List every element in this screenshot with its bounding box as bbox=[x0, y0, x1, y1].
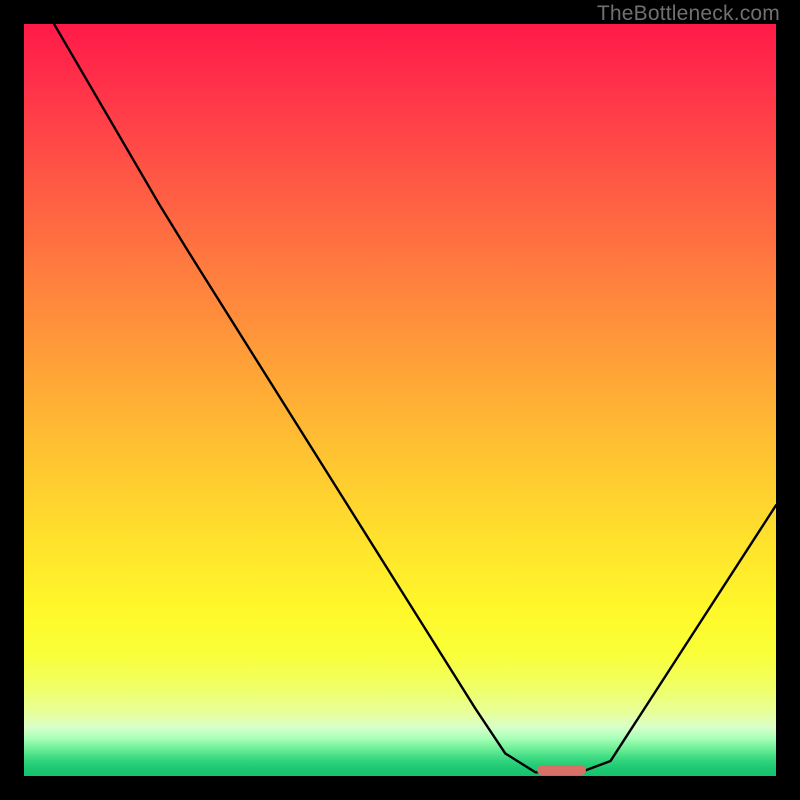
watermark-text: TheBottleneck.com bbox=[597, 2, 780, 26]
optimal-marker bbox=[537, 765, 586, 776]
chart-gradient-background bbox=[24, 24, 776, 776]
chart-frame bbox=[24, 24, 776, 776]
